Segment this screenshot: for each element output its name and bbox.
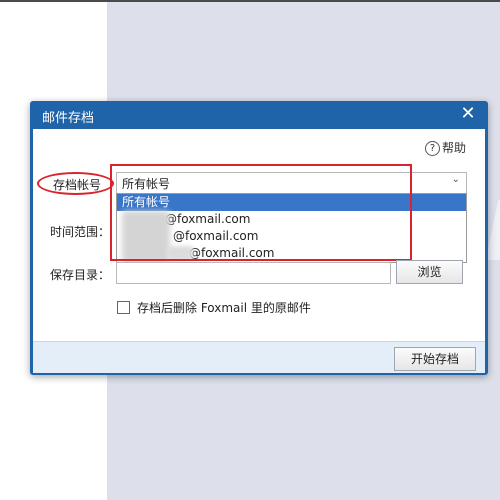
delete-after-archive-label: 存档后删除 Foxmail 里的原邮件 [137, 301, 311, 315]
save-dir-input[interactable] [116, 262, 391, 284]
chevron-down-icon: ⌄ [451, 174, 460, 185]
archive-dialog: 邮件存档 ✕ ? 帮助 存档帐号 所有帐号 ⌄ 时间范围： 保存目录： 所有帐号 … [30, 101, 488, 375]
dialog-title: 邮件存档 [42, 111, 95, 126]
help-label: 帮助 [442, 141, 467, 155]
help-link[interactable]: ? 帮助 [425, 139, 466, 156]
browse-button[interactable]: 浏览 [396, 260, 463, 284]
time-range-label: 时间范围： [50, 225, 111, 239]
help-icon: ? [425, 141, 440, 156]
start-archive-button[interactable]: 开始存档 [394, 347, 476, 371]
annotation-rectangle [110, 164, 412, 261]
delete-after-archive-checkbox[interactable] [117, 301, 130, 314]
account-label: 存档帐号 [53, 178, 102, 192]
close-icon[interactable]: ✕ [458, 104, 478, 124]
dialog-body: ? 帮助 存档帐号 所有帐号 ⌄ 时间范围： 保存目录： 所有帐号 @foxmai… [33, 129, 485, 341]
dialog-footer: 开始存档 [33, 341, 485, 373]
save-dir-label: 保存目录： [50, 268, 111, 282]
dialog-titlebar: 邮件存档 ✕ [30, 101, 488, 129]
